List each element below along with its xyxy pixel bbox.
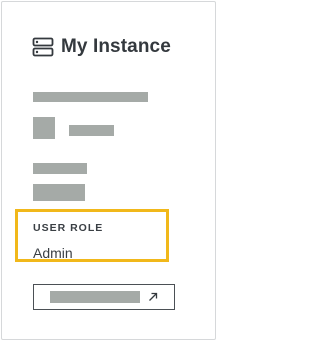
external-link-arrow-icon	[147, 290, 159, 302]
redacted-avatar	[33, 117, 55, 139]
redacted-line	[33, 163, 87, 174]
redacted-line	[33, 184, 85, 201]
redacted-button-label	[50, 291, 140, 303]
panel-title: My Instance	[61, 36, 171, 57]
redacted-text	[69, 125, 114, 136]
server-icon	[32, 36, 54, 58]
external-link-button[interactable]	[33, 284, 175, 310]
panel-header: My Instance	[32, 34, 171, 60]
user-role-section: USER ROLE Admin	[15, 209, 169, 262]
redacted-line	[33, 92, 148, 102]
user-role-label: USER ROLE	[33, 222, 104, 234]
user-role-value: Admin	[33, 245, 73, 261]
